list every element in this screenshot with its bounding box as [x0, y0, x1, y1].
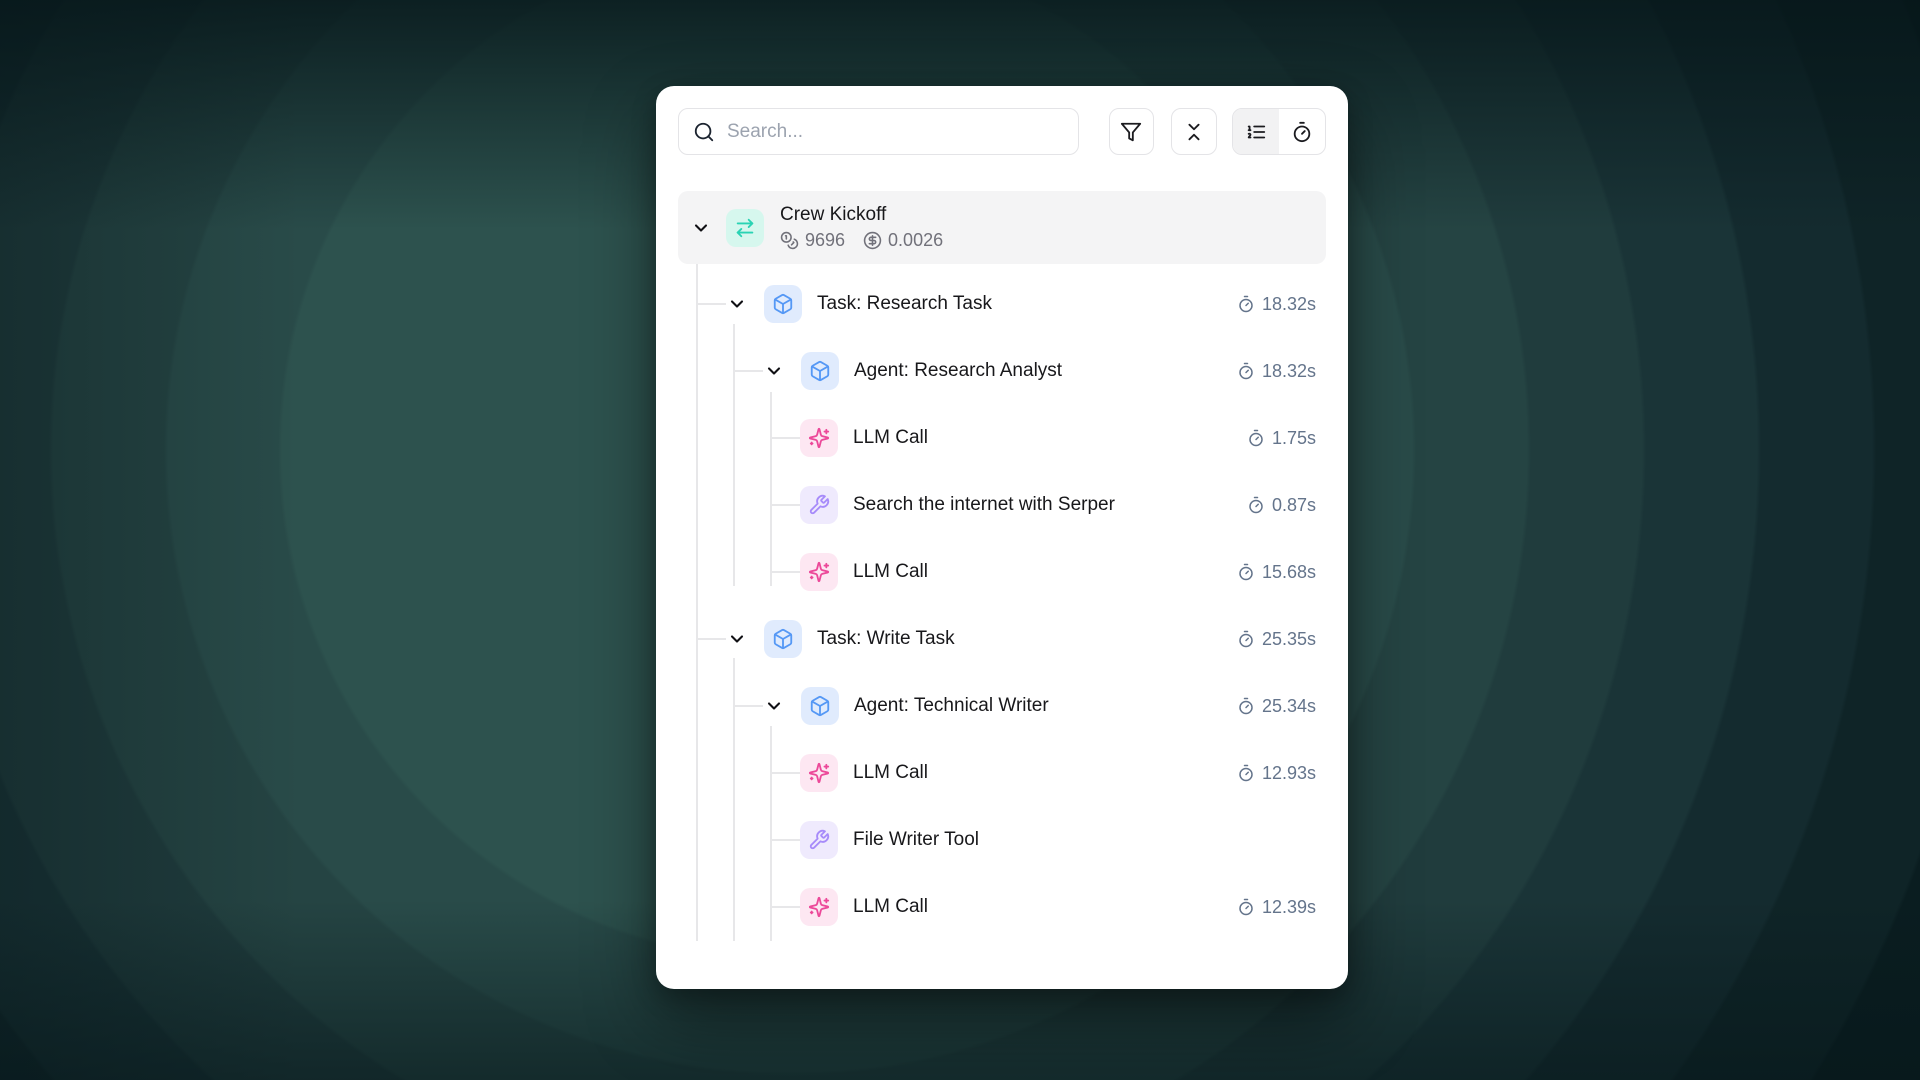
trace-tree: Crew Kickoff 9696 0.0026 Task: Research … — [678, 191, 1326, 927]
timer-icon — [1237, 295, 1255, 313]
row-duration: 25.34s — [1237, 696, 1326, 717]
row-duration: 18.32s — [1237, 361, 1326, 382]
row-label: Task: Research Task — [817, 293, 992, 315]
coins-icon — [780, 231, 799, 250]
row-label: Agent: Technical Writer — [854, 695, 1049, 717]
token-count-badge: 9696 — [780, 230, 845, 251]
tree-row-llm-call-3[interactable]: LLM Call 12.93s — [678, 753, 1326, 793]
search-icon — [693, 121, 715, 143]
tree-row-agent-technical-writer[interactable]: Agent: Technical Writer 25.34s — [678, 686, 1326, 726]
duration-value: 18.32s — [1262, 294, 1316, 315]
row-label: LLM Call — [853, 762, 928, 784]
row-label: Search the internet with Serper — [853, 494, 1115, 516]
tree-row-agent-research-analyst[interactable]: Agent: Research Analyst 18.32s — [678, 351, 1326, 391]
duration-value: 25.34s — [1262, 696, 1316, 717]
row-label: LLM Call — [853, 896, 928, 918]
view-toggle-group — [1232, 108, 1326, 155]
tree-row-llm-call-4[interactable]: LLM Call 12.39s — [678, 887, 1326, 927]
search-box — [678, 108, 1079, 155]
row-duration: 25.35s — [1237, 629, 1326, 650]
task-box-icon — [764, 620, 802, 658]
row-duration: 12.93s — [1237, 763, 1326, 784]
timeline-view-toggle[interactable] — [1279, 109, 1325, 154]
tool-wrench-icon — [800, 821, 838, 859]
chevron-down-icon[interactable] — [763, 695, 785, 717]
llm-sparkles-icon — [800, 888, 838, 926]
crew-badges: 9696 0.0026 — [780, 230, 943, 251]
row-duration: 12.39s — [1237, 897, 1326, 918]
llm-sparkles-icon — [800, 754, 838, 792]
duration-value: 12.93s — [1262, 763, 1316, 784]
tree-row-tool-file-writer[interactable]: File Writer Tool — [678, 820, 1326, 860]
tree-row-task-write[interactable]: Task: Write Task 25.35s — [678, 619, 1326, 659]
row-label: Agent: Research Analyst — [854, 360, 1062, 382]
chevron-down-icon[interactable] — [763, 360, 785, 382]
filter-button[interactable] — [1109, 108, 1154, 155]
timer-icon — [1237, 630, 1255, 648]
tree-row-llm-call-2[interactable]: LLM Call 15.68s — [678, 552, 1326, 592]
chevron-down-icon[interactable] — [726, 628, 748, 650]
crew-kickoff-info: Crew Kickoff 9696 0.0026 — [780, 204, 943, 251]
token-count: 9696 — [805, 230, 845, 251]
row-label: LLM Call — [853, 561, 928, 583]
row-duration: 0.87s — [1247, 495, 1326, 516]
row-duration: 18.32s — [1237, 294, 1326, 315]
duration-value: 25.35s — [1262, 629, 1316, 650]
list-ordered-icon — [1245, 121, 1267, 143]
row-label: File Writer Tool — [853, 829, 979, 851]
chevron-down-icon[interactable] — [726, 293, 748, 315]
tool-wrench-icon — [800, 486, 838, 524]
funnel-icon — [1120, 121, 1142, 143]
collapse-all-button[interactable] — [1171, 108, 1216, 155]
search-input[interactable] — [679, 109, 1078, 154]
duration-value: 18.32s — [1262, 361, 1316, 382]
row-duration: 1.75s — [1247, 428, 1326, 449]
timer-icon — [1247, 496, 1265, 514]
trace-panel: Crew Kickoff 9696 0.0026 Task: Research … — [656, 86, 1348, 989]
agent-box-icon — [801, 352, 839, 390]
timer-icon — [1237, 362, 1255, 380]
chevron-down-icon[interactable] — [690, 217, 712, 239]
list-view-toggle[interactable] — [1233, 109, 1279, 154]
toolbar — [678, 108, 1326, 155]
chevrons-down-up-icon — [1183, 121, 1205, 143]
tree-row-crew-kickoff[interactable]: Crew Kickoff 9696 0.0026 — [678, 191, 1326, 264]
timer-icon — [1291, 121, 1313, 143]
row-duration: 15.68s — [1237, 562, 1326, 583]
crew-icon — [726, 209, 764, 247]
cost-badge: 0.0026 — [863, 230, 943, 251]
duration-value: 12.39s — [1262, 897, 1316, 918]
duration-value: 0.87s — [1272, 495, 1316, 516]
crew-title: Crew Kickoff — [780, 204, 943, 226]
duration-value: 15.68s — [1262, 562, 1316, 583]
timer-icon — [1237, 764, 1255, 782]
row-label: Task: Write Task — [817, 628, 955, 650]
timer-icon — [1237, 898, 1255, 916]
dollar-circle-icon — [863, 231, 882, 250]
cost-value: 0.0026 — [888, 230, 943, 251]
timer-icon — [1247, 429, 1265, 447]
timer-icon — [1237, 563, 1255, 581]
tree-row-llm-call-1[interactable]: LLM Call 1.75s — [678, 418, 1326, 458]
timer-icon — [1237, 697, 1255, 715]
tree-row-tool-serper[interactable]: Search the internet with Serper 0.87s — [678, 485, 1326, 525]
agent-box-icon — [801, 687, 839, 725]
tree-row-task-research[interactable]: Task: Research Task 18.32s — [678, 284, 1326, 324]
duration-value: 1.75s — [1272, 428, 1316, 449]
llm-sparkles-icon — [800, 553, 838, 591]
llm-sparkles-icon — [800, 419, 838, 457]
row-label: LLM Call — [853, 427, 928, 449]
task-box-icon — [764, 285, 802, 323]
